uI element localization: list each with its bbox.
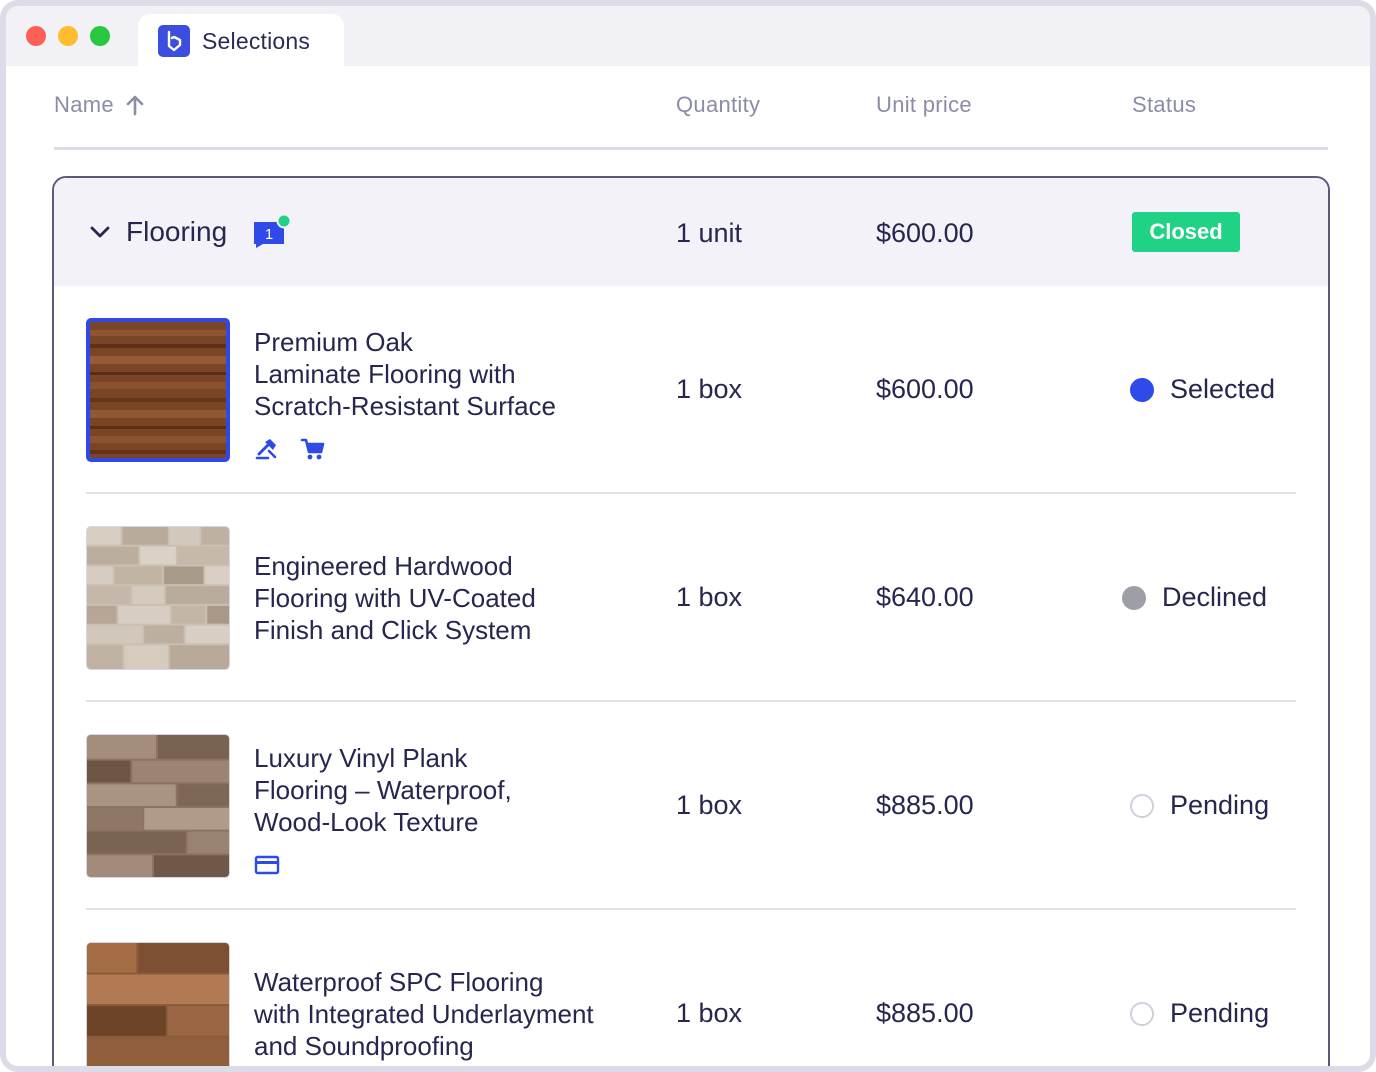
comment-count: 1: [265, 226, 273, 243]
credit-card-icon[interactable]: [254, 852, 280, 878]
column-header-status[interactable]: Status: [1132, 92, 1196, 118]
item-unit-price: $640.00: [876, 582, 974, 612]
item-quantity: 1 box: [676, 582, 743, 612]
tab-selections[interactable]: Selections: [138, 14, 344, 68]
status-declined: Declined: [1122, 582, 1267, 613]
item-unit-price: $600.00: [876, 374, 974, 404]
status-dot-icon: [1122, 585, 1146, 610]
status-label: Declined: [1162, 582, 1268, 612]
item-unit-price: $885.00: [876, 998, 974, 1028]
status-label: Selected: [1170, 374, 1276, 404]
product-thumbnail[interactable]: [86, 942, 230, 1066]
status-pending: Pending: [1130, 790, 1269, 821]
app-window: Selections Name Quantity Unit price Stat…: [0, 0, 1376, 1072]
item-name[interactable]: Waterproof SPC Flooring with Integrated …: [254, 966, 644, 1062]
group-header[interactable]: Flooring 1 1 unit $600.00 Closed: [54, 178, 1328, 286]
group-quantity: 1 unit: [676, 218, 743, 248]
column-header-name-label: Name: [54, 92, 114, 117]
status-pending: Pending: [1130, 998, 1269, 1029]
item-quantity: 1 box: [676, 790, 743, 820]
group-flooring: Flooring 1 1 unit $600.00 Closed Premium…: [52, 176, 1330, 1066]
minimize-window-button[interactable]: [58, 26, 78, 46]
item-name[interactable]: Premium Oak Laminate Flooring with Scrat…: [254, 326, 644, 422]
item-name[interactable]: Engineered Hardwood Flooring with UV-Coa…: [254, 550, 644, 646]
table-row[interactable]: Engineered Hardwood Flooring with UV-Coa…: [86, 494, 1296, 702]
table-header: Name Quantity Unit price Status: [54, 66, 1328, 150]
item-quantity: 1 box: [676, 998, 743, 1028]
status-label: Pending: [1170, 998, 1270, 1028]
chevron-down-icon[interactable]: [88, 220, 112, 244]
cart-icon[interactable]: [300, 436, 326, 462]
group-unit-price: $600.00: [876, 218, 974, 248]
arrow-up-icon[interactable]: [126, 94, 144, 116]
product-thumbnail[interactable]: [86, 318, 230, 462]
close-window-button[interactable]: [26, 26, 46, 46]
status-label: Pending: [1170, 790, 1270, 820]
item-unit-price: $885.00: [876, 790, 974, 820]
group-title: Flooring: [126, 216, 228, 247]
table-row[interactable]: Waterproof SPC Flooring with Integrated …: [86, 910, 1296, 1066]
item-quantity: 1 box: [676, 374, 743, 404]
status-dot-icon: [1130, 793, 1154, 818]
maximize-window-button[interactable]: [90, 26, 110, 46]
column-header-name[interactable]: Name: [54, 92, 144, 118]
column-header-unit-price[interactable]: Unit price: [876, 92, 972, 118]
product-thumbnail[interactable]: [86, 734, 230, 878]
table-row[interactable]: Luxury Vinyl Plank Flooring – Waterproof…: [86, 702, 1296, 910]
gavel-icon[interactable]: [254, 436, 280, 462]
comment-icon[interactable]: 1: [252, 213, 292, 248]
status-badge-closed: Closed: [1132, 212, 1240, 252]
table-row[interactable]: Premium Oak Laminate Flooring with Scrat…: [86, 286, 1296, 494]
status-dot-icon: [1130, 377, 1154, 402]
title-bar: Selections: [6, 6, 1370, 68]
selections-content: Name Quantity Unit price Status Flooring: [6, 66, 1370, 1066]
column-header-quantity[interactable]: Quantity: [676, 92, 760, 118]
item-name[interactable]: Luxury Vinyl Plank Flooring – Waterproof…: [254, 742, 644, 838]
status-selected: Selected: [1130, 374, 1275, 405]
selections-logo-icon: [158, 25, 190, 57]
tab-title: Selections: [202, 27, 311, 54]
status-dot-icon: [1130, 1001, 1154, 1026]
product-thumbnail[interactable]: [86, 526, 230, 670]
